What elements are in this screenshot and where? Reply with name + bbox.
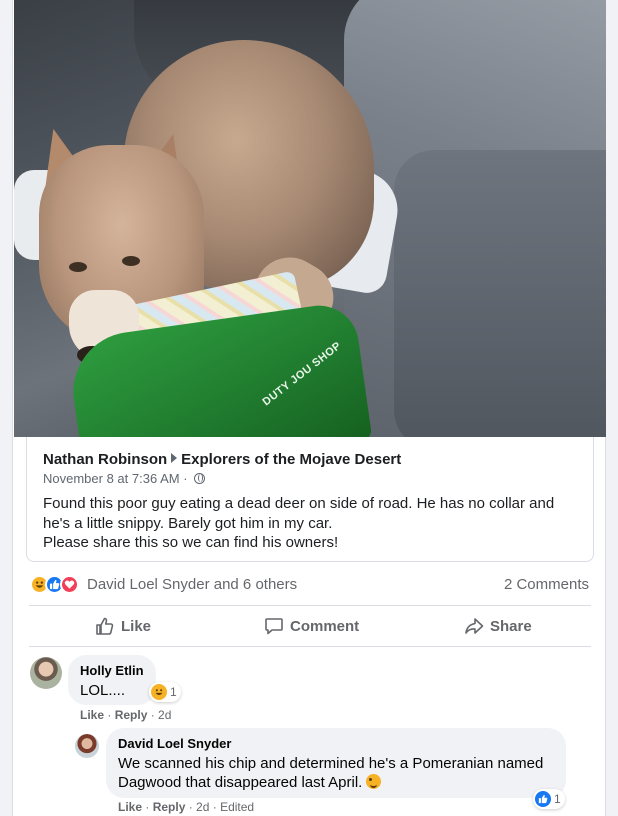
- reaction-summary[interactable]: David Loel Snyder and 6 others: [30, 574, 297, 594]
- like-button[interactable]: Like: [95, 615, 151, 637]
- facebook-post: DUTY JOU SHOP Nathan Robinson Explorers o…: [12, 0, 606, 816]
- coyote-eye-right: [122, 256, 140, 266]
- comment-age[interactable]: 2d: [196, 800, 209, 814]
- comment-age[interactable]: 2d: [158, 708, 171, 722]
- love-reaction-icon: [60, 574, 79, 594]
- comment-button[interactable]: Comment: [264, 615, 359, 637]
- avatar[interactable]: [75, 734, 99, 758]
- comment-text: LOL....: [80, 681, 125, 700]
- thumbs-up-icon: [96, 617, 114, 635]
- comment-edited-label[interactable]: Edited: [220, 800, 254, 814]
- comment-text: We scanned his chip and determined he's …: [118, 754, 543, 792]
- comment-author[interactable]: Holly Etlin: [80, 663, 144, 678]
- reaction-count: 1: [554, 792, 561, 806]
- globe-icon[interactable]: [194, 473, 206, 484]
- divider: [29, 646, 591, 647]
- share-button[interactable]: Share: [464, 615, 532, 637]
- coyote-eye-left: [69, 262, 87, 272]
- like-button-label: Like: [121, 617, 152, 635]
- avatar[interactable]: [30, 657, 62, 689]
- reaction-count: 1: [170, 685, 177, 699]
- comment-author[interactable]: David Loel Snyder: [118, 736, 231, 751]
- comment-like-link[interactable]: Like: [80, 708, 104, 722]
- comment-text-segment: Dagwood that disappeared last April.: [118, 774, 363, 791]
- comment-button-label: Comment: [290, 617, 360, 635]
- comment-reply-link[interactable]: Reply: [115, 708, 148, 722]
- post-author-link[interactable]: Nathan Robinson: [43, 451, 167, 468]
- comment-bubble: David Loel Snyder We scanned his chip an…: [106, 728, 566, 798]
- car-seat-cushion: [394, 150, 606, 437]
- share-button-label: Share: [490, 617, 532, 635]
- post-timestamp[interactable]: November 8 at 7:36 AM: [43, 471, 180, 486]
- comment-reaction-count[interactable]: 1: [533, 789, 565, 809]
- haha-reaction-icon: [151, 684, 167, 700]
- share-arrow-icon: [465, 618, 484, 634]
- comment-reply-link[interactable]: Reply: [153, 800, 186, 814]
- triangle-right-icon: [171, 453, 178, 463]
- comment-text-line: We scanned his chip and determined he's …: [118, 755, 544, 772]
- author-line: Nathan Robinson Explorers of the Mojave D…: [43, 451, 401, 468]
- comment-actions: Like · Reply · 2d: [80, 708, 172, 722]
- meta-separator: ·: [183, 471, 188, 486]
- post-text: Found this poor guy eating a dead deer o…: [43, 494, 583, 553]
- comment-like-link[interactable]: Like: [118, 800, 142, 814]
- post-photo[interactable]: DUTY JOU SHOP: [14, 0, 606, 437]
- post-text-line: he's a little snippy. Barely got him in …: [43, 514, 333, 532]
- comment-text-line: LOL....: [80, 682, 126, 699]
- group-link[interactable]: Explorers of the Mojave Desert: [181, 451, 401, 468]
- post-text-line: Found this poor guy eating a dead deer o…: [43, 495, 555, 512]
- comment-text-line: Dagwood that disappeared last April.: [118, 773, 543, 792]
- comments-count[interactable]: 2 Comments: [504, 576, 589, 593]
- comment-bubble-icon: [265, 618, 283, 635]
- comment-bubble: Holly Etlin LOL....: [68, 655, 156, 705]
- reaction-names[interactable]: David Loel Snyder and 6 others: [87, 576, 297, 593]
- like-reaction-icon: [535, 791, 551, 807]
- shared-post-card[interactable]: Nathan Robinson Explorers of the Mojave D…: [26, 437, 594, 562]
- comment-actions: Like · Reply · 2d · Edited: [118, 800, 255, 814]
- post-meta: November 8 at 7:36 AM ·: [43, 471, 206, 486]
- divider: [29, 605, 591, 606]
- post-text-line: Please share this so we can find his own…: [43, 534, 339, 551]
- comment-reaction-count[interactable]: 1: [149, 682, 181, 702]
- winking-face-icon: [366, 774, 382, 789]
